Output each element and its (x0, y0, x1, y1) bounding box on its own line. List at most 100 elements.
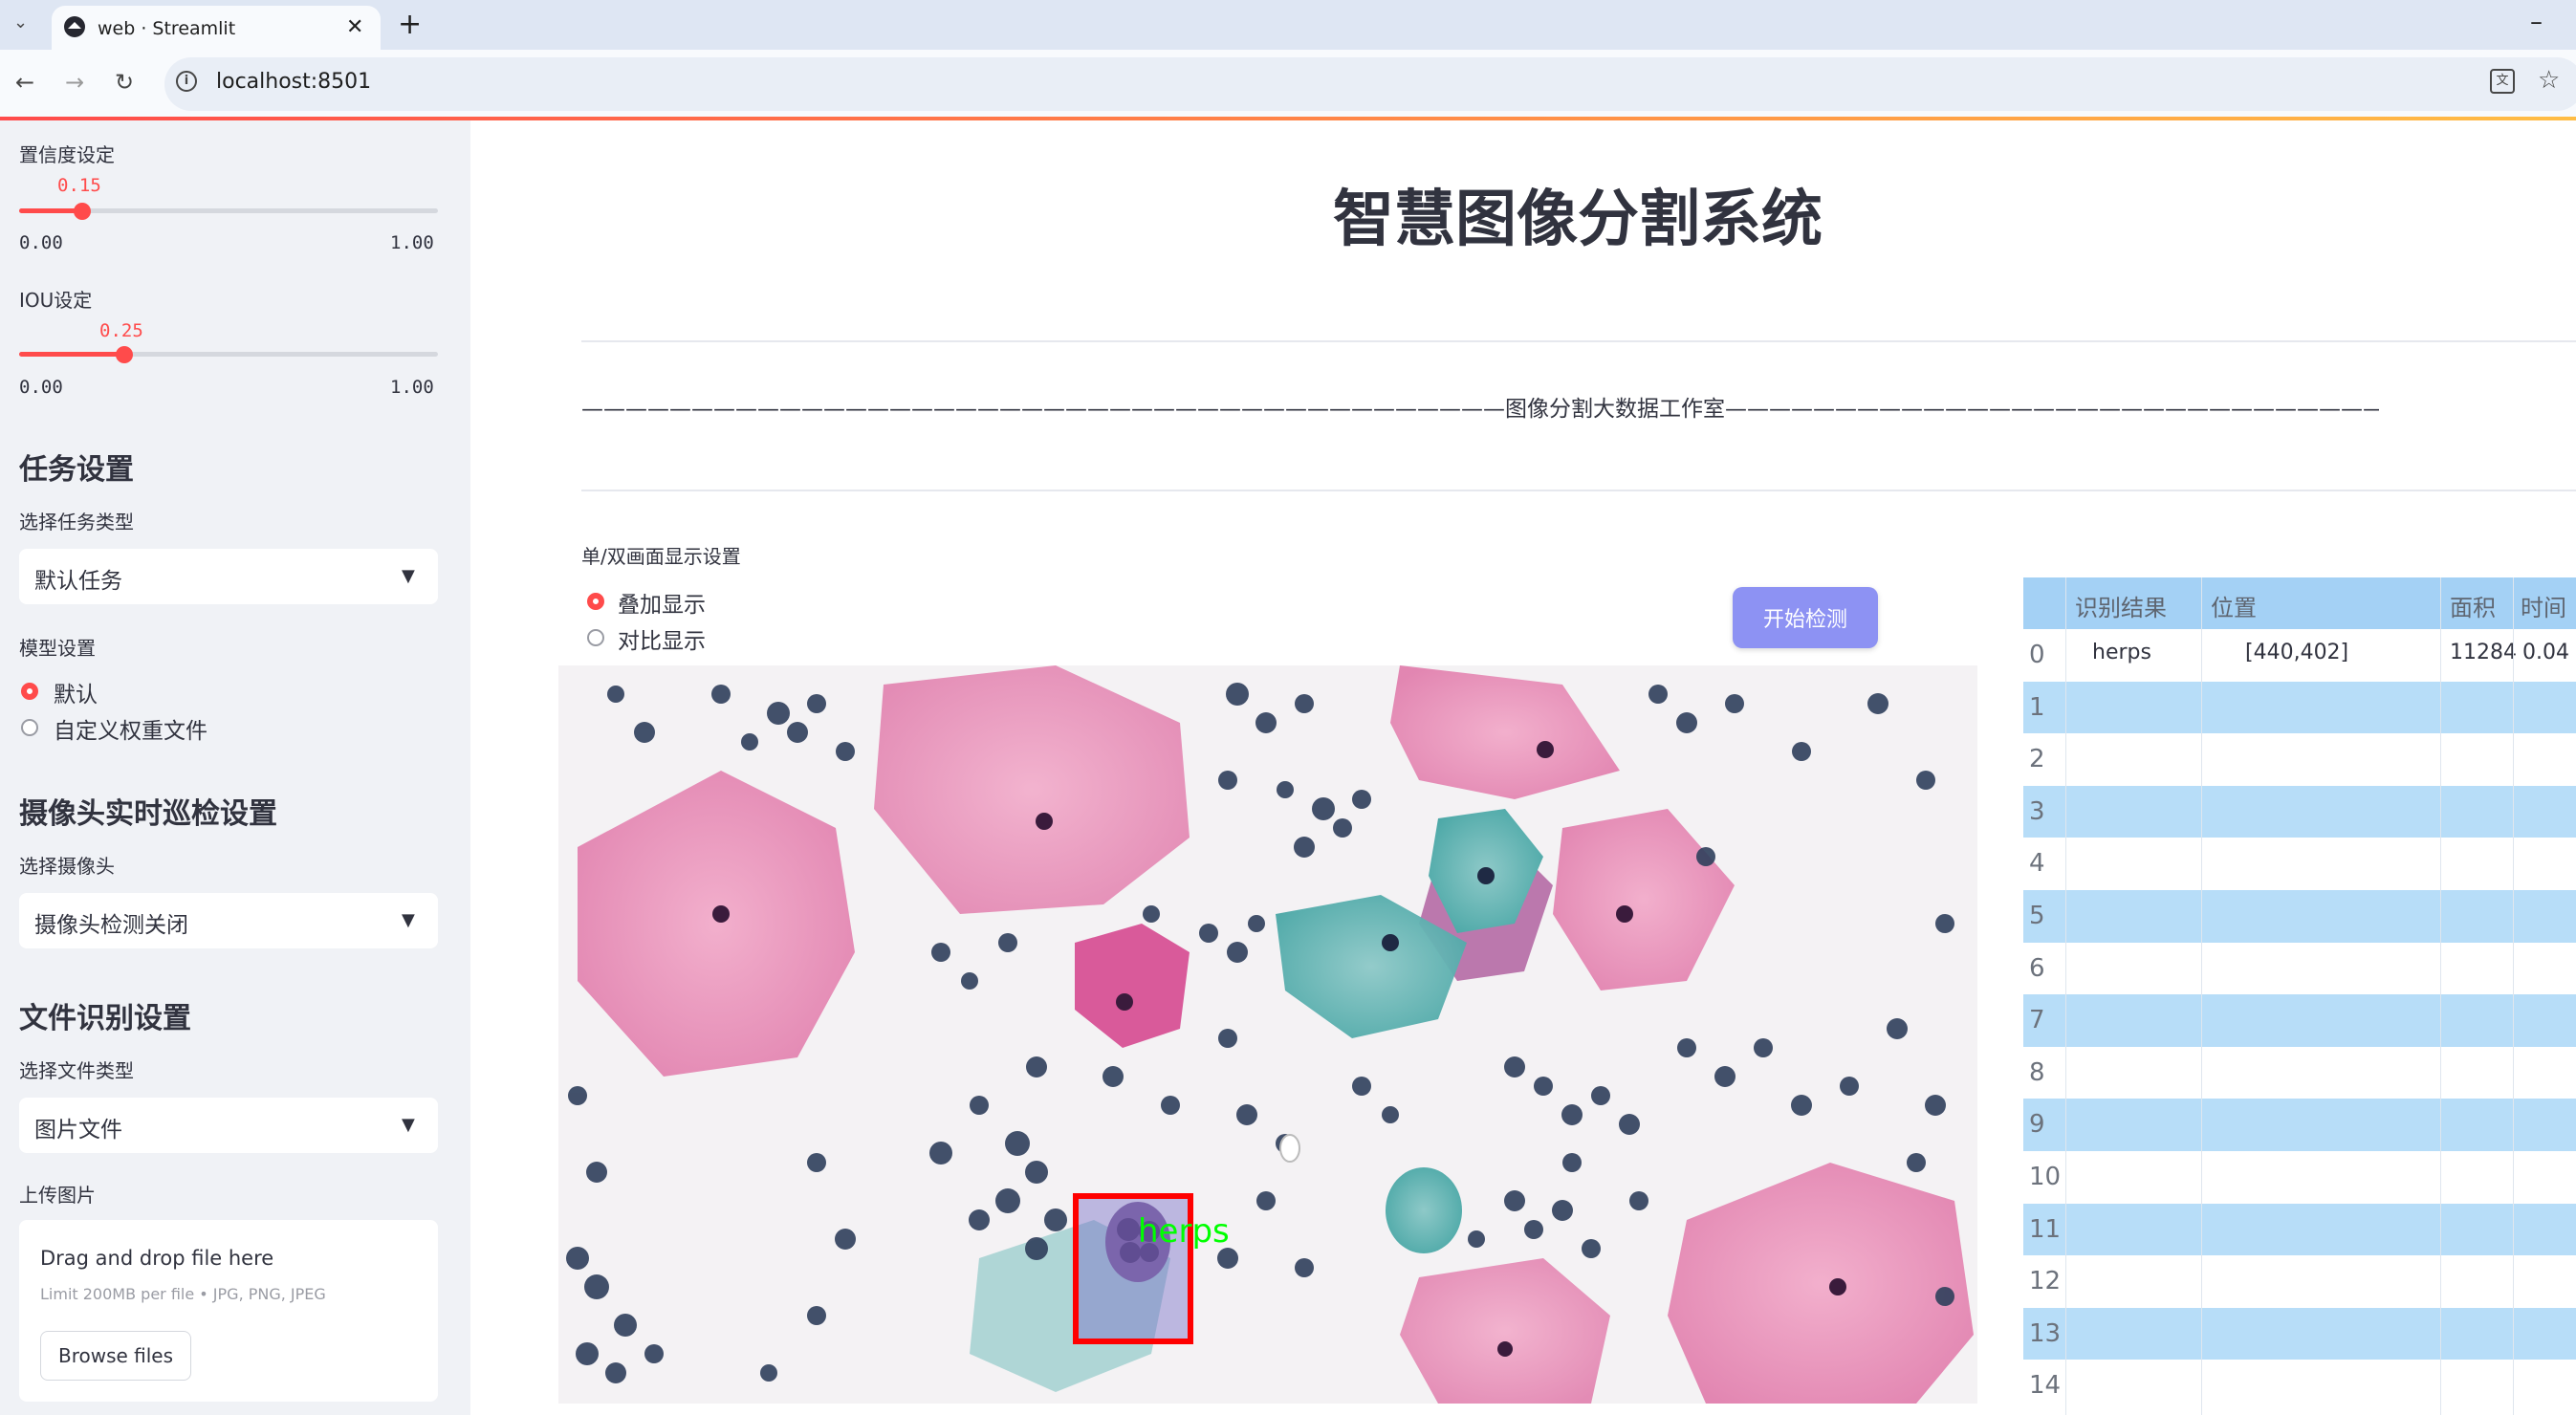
file-type-select[interactable]: 图片文件 ▼ (19, 1098, 438, 1153)
divider-bottom (581, 490, 2576, 491)
chevron-down-icon: ▼ (402, 910, 415, 930)
row-index: 10 (2029, 1163, 2062, 1191)
table-row[interactable]: 11 (2023, 1203, 2576, 1256)
table-row[interactable]: 0 herps [440,402] 11284 0.04 (2023, 629, 2576, 682)
start-detection-label: 开始检测 (1762, 608, 1847, 632)
cytology-image (558, 665, 1977, 1404)
table-row[interactable]: 4 (2023, 838, 2576, 890)
url-text[interactable]: localhost:8501 (216, 70, 371, 94)
confidence-slider-thumb[interactable] (73, 203, 91, 220)
header-position[interactable]: 位置 (2211, 589, 2257, 622)
tab-close-icon[interactable]: ✕ (346, 15, 363, 39)
confidence-min: 0.00 (19, 232, 63, 253)
file-uploader-dropzone[interactable]: Drag and drop file here Limit 200MB per … (19, 1220, 438, 1402)
table-row[interactable]: 1 (2023, 681, 2576, 734)
table-row[interactable]: 6 (2023, 942, 2576, 995)
iou-max: 1.00 (390, 377, 434, 398)
model-radio-custom[interactable] (21, 719, 38, 736)
iou-label: IOU设定 (19, 289, 93, 312)
file-section-heading: 文件识别设置 (19, 1002, 191, 1035)
table-row[interactable]: 7 (2023, 994, 2576, 1047)
tab-title: web · Streamlit (98, 18, 236, 39)
browse-files-label: Browse files (57, 1344, 174, 1367)
detection-label: herps (1138, 1212, 1230, 1251)
camera-label: 选择摄像头 (19, 855, 115, 878)
iou-slider-fill (19, 352, 124, 357)
confidence-max: 1.00 (390, 232, 434, 253)
column-divider (2201, 577, 2202, 1415)
minimize-window-button[interactable]: – (2530, 8, 2543, 36)
model-option-custom[interactable]: 自定义权重文件 (54, 712, 207, 745)
row-index: 5 (2029, 902, 2045, 930)
file-type-value: 图片文件 (34, 1118, 122, 1143)
column-divider (2513, 577, 2514, 1415)
camera-value: 摄像头检测关闭 (34, 913, 188, 938)
table-row[interactable]: 12 (2023, 1255, 2576, 1308)
row-index: 8 (2029, 1057, 2045, 1087)
cell-time: 0.04 (2522, 641, 2569, 664)
task-section-heading: 任务设置 (19, 453, 134, 487)
new-tab-button[interactable]: + (398, 8, 422, 41)
forward-icon[interactable]: → (65, 71, 84, 94)
model-radio-default[interactable] (21, 683, 38, 700)
table-row[interactable]: 3 (2023, 785, 2576, 838)
camera-select[interactable]: 摄像头检测关闭 ▼ (19, 893, 438, 948)
detection-result-image: herps (558, 665, 1977, 1404)
studio-banner: ————————————————————————————————————————… (581, 397, 2379, 422)
display-option-compare[interactable]: 对比显示 (618, 622, 706, 655)
row-index: 0 (2029, 641, 2045, 669)
display-option-overlay[interactable]: 叠加显示 (618, 586, 706, 619)
cell-area: 11284 (2450, 641, 2517, 664)
row-index: 11 (2029, 1214, 2062, 1244)
header-time[interactable]: 时间 (2521, 589, 2566, 622)
iou-slider-thumb[interactable] (115, 346, 133, 363)
table-row[interactable]: 9 (2023, 1099, 2576, 1151)
table-row[interactable]: 14 (2023, 1360, 2576, 1412)
browser-tab-strip (0, 0, 2576, 50)
back-icon[interactable]: ← (15, 71, 34, 94)
row-index: 12 (2029, 1267, 2062, 1296)
site-info-icon[interactable]: i (176, 71, 197, 92)
table-row[interactable]: 5 (2023, 890, 2576, 943)
header-result[interactable]: 识别结果 (2075, 589, 2167, 622)
row-index: 6 (2029, 953, 2045, 983)
task-type-label: 选择任务类型 (19, 511, 134, 533)
bookmark-star-icon[interactable]: ☆ (2538, 68, 2560, 93)
task-type-select[interactable]: 默认任务 ▼ (19, 549, 438, 604)
model-settings-label: 模型设置 (19, 637, 96, 660)
chevron-down-icon: ▼ (402, 566, 415, 586)
streamlit-favicon-icon (64, 16, 85, 37)
table-header: 识别结果 位置 面积 时间 (2023, 577, 2576, 629)
upload-label: 上传图片 (19, 1184, 96, 1207)
row-index: 1 (2029, 692, 2045, 722)
header-area[interactable]: 面积 (2450, 589, 2496, 622)
iou-value: 0.25 (99, 320, 143, 341)
table-row[interactable]: 8 (2023, 1046, 2576, 1099)
file-type-label: 选择文件类型 (19, 1059, 134, 1082)
table-row[interactable]: 2 (2023, 733, 2576, 786)
browser-tab[interactable]: web · Streamlit ✕ (52, 6, 381, 50)
row-index: 9 (2029, 1110, 2045, 1140)
model-option-default[interactable]: 默认 (54, 676, 98, 708)
row-index: 3 (2029, 796, 2045, 826)
display-settings-label: 单/双画面显示设置 (581, 545, 741, 568)
camera-section-heading: 摄像头实时巡检设置 (19, 797, 277, 831)
table-row[interactable]: 13 (2023, 1307, 2576, 1361)
reload-icon[interactable]: ↻ (115, 71, 134, 94)
display-radio-compare[interactable] (587, 629, 604, 646)
browse-files-button[interactable]: Browse files (40, 1331, 191, 1381)
confidence-slider-fill (19, 208, 82, 213)
address-bar[interactable]: i localhost:8501 (164, 57, 2576, 111)
start-detection-button[interactable]: 开始检测 (1733, 587, 1878, 648)
row-index: 13 (2029, 1318, 2062, 1348)
column-divider (2440, 577, 2441, 1415)
display-radio-overlay[interactable] (587, 593, 604, 610)
confidence-value: 0.15 (57, 175, 101, 196)
translate-icon[interactable]: 文 (2490, 69, 2515, 94)
tab-list-icon[interactable]: ⌄ (13, 11, 28, 34)
divider-top (581, 340, 2576, 342)
cell-position: [440,402] (2245, 641, 2349, 664)
table-row[interactable]: 10 (2023, 1151, 2576, 1204)
row-index: 7 (2029, 1006, 2045, 1035)
upload-limit-text: Limit 200MB per file • JPG, PNG, JPEG (40, 1285, 326, 1303)
